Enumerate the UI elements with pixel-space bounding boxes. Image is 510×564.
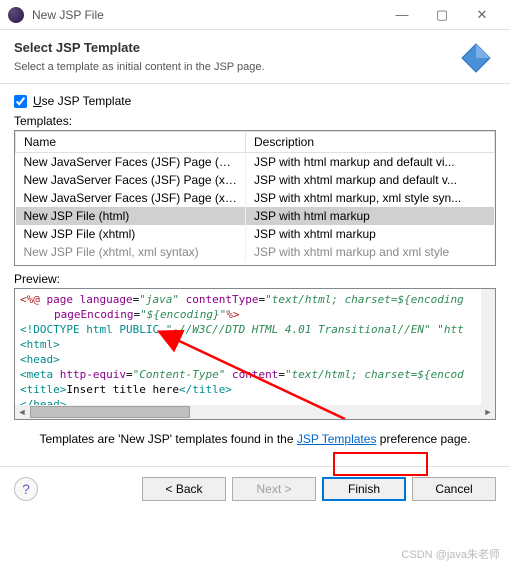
wizard-header: Select JSP Template Select a template as… xyxy=(0,30,510,84)
window-title: New JSP File xyxy=(32,8,382,22)
footer-note: Templates are 'New JSP' templates found … xyxy=(14,432,496,446)
table-row[interactable]: New JSP File (xhtml, xml syntax)JSP with… xyxy=(16,243,495,261)
column-description[interactable]: Description xyxy=(246,132,495,153)
page-title: Select JSP Template xyxy=(14,40,496,55)
finish-button[interactable]: Finish xyxy=(322,477,406,501)
page-subtitle: Select a template as initial content in … xyxy=(14,61,496,73)
preview-scrollbar-vertical[interactable] xyxy=(481,289,495,405)
preview-code: <%@ page language="java" contentType="te… xyxy=(15,289,495,415)
button-bar: ? < Back Next > Finish Cancel xyxy=(0,466,510,511)
preview-label: Preview: xyxy=(14,272,496,286)
table-row[interactable]: New JavaServer Faces (JSF) Page (ht...JS… xyxy=(16,153,495,172)
scroll-thumb[interactable] xyxy=(30,406,190,418)
jsp-templates-link[interactable]: JSP Templates xyxy=(297,432,377,446)
preview-scrollbar-horizontal[interactable]: ◄ ► xyxy=(15,405,495,419)
close-button[interactable]: ✕ xyxy=(462,1,502,29)
templates-table-container: Name Description New JavaServer Faces (J… xyxy=(14,130,496,266)
preview-box: <%@ page language="java" contentType="te… xyxy=(14,288,496,420)
table-row[interactable]: New JavaServer Faces (JSF) Page (xh...JS… xyxy=(16,171,495,189)
column-name[interactable]: Name xyxy=(16,132,246,153)
use-template-checkbox[interactable] xyxy=(14,95,27,108)
use-template-row: Use JSP Template xyxy=(14,94,496,108)
table-row[interactable]: New JavaServer Faces (JSF) Page (xh...JS… xyxy=(16,189,495,207)
content-area: Use JSP Template Templates: Name Descrip… xyxy=(0,84,510,466)
use-template-label: Use JSP Template xyxy=(33,94,131,108)
watermark: CSDN @java朱老师 xyxy=(401,546,500,562)
back-button[interactable]: < Back xyxy=(142,477,226,501)
table-row[interactable]: New JSP File (xhtml)JSP with xhtml marku… xyxy=(16,225,495,243)
eclipse-icon xyxy=(8,7,24,23)
minimize-button[interactable]: — xyxy=(382,1,422,29)
table-row-selected[interactable]: New JSP File (html)JSP with html markup xyxy=(16,207,495,225)
title-bar: New JSP File — ▢ ✕ xyxy=(0,0,510,30)
cancel-button[interactable]: Cancel xyxy=(412,477,496,501)
scroll-right-icon[interactable]: ► xyxy=(481,405,495,419)
templates-label: Templates: xyxy=(14,114,496,128)
next-button[interactable]: Next > xyxy=(232,477,316,501)
wizard-icon xyxy=(456,38,496,78)
help-button[interactable]: ? xyxy=(14,477,38,501)
scroll-left-icon[interactable]: ◄ xyxy=(15,405,29,419)
templates-table[interactable]: Name Description New JavaServer Faces (J… xyxy=(15,131,495,261)
maximize-button[interactable]: ▢ xyxy=(422,1,462,29)
